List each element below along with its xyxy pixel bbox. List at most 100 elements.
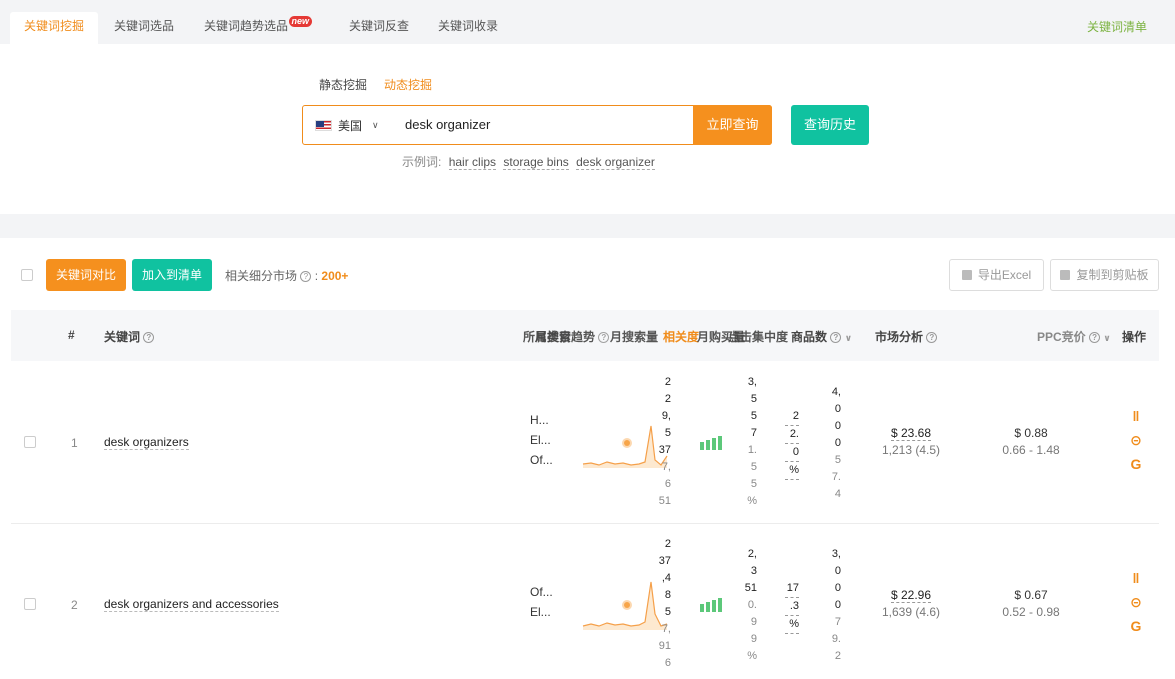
purchase-stack: 2, 3 51 0. 9 9 % [741,546,757,665]
header-search-volume[interactable]: 月搜索量 [610,328,658,345]
relevance-bar [712,600,716,612]
help-icon[interactable]: ? [300,271,312,283]
concentration-stack: 2 2. 0 % [785,408,799,480]
header-relevance[interactable]: 相关度 [663,328,699,345]
google-icon[interactable]: G [1128,618,1144,634]
products-digit: 2 [834,650,841,662]
concentration-digit: 17 [785,580,799,598]
more-icon[interactable]: ⊝ [1128,432,1144,448]
export-excel-button[interactable]: 导出Excel [949,259,1044,291]
search-input[interactable]: desk organizer [405,117,490,132]
concentration-digit: % [785,616,799,634]
more-icon[interactable]: ⊝ [1128,594,1144,610]
help-icon[interactable]: ? [598,332,610,344]
keyword-list-link[interactable]: 关键词清单 [1087,18,1147,35]
relevance-bars [700,598,722,612]
help-icon[interactable]: ? [926,332,938,344]
products-digit: 3, [831,548,841,560]
row-checkbox[interactable] [24,436,36,448]
concentration-stack: 17 .3 % [785,580,799,634]
chevron-down-icon: ∨ [1103,333,1111,343]
category-item[interactable]: El... [530,430,553,450]
purchase-digit: 3, [747,376,757,388]
tab-keyword-trend-product[interactable]: 关键词趋势选品 new [190,12,313,44]
category-item[interactable]: Of... [530,582,553,602]
help-icon[interactable]: ? [143,332,155,344]
export-label: 导出Excel [977,268,1032,282]
volume-digit: 2 [664,376,671,388]
relevance-bar [712,438,716,450]
chart-icon[interactable]: ‖ [1128,570,1144,586]
keyword-cell[interactable]: desk organizers and accessories [104,597,279,612]
row-checkbox[interactable] [24,598,36,610]
products-digit: 7. [831,471,841,483]
products-digit: 0 [834,437,841,449]
header-trend: 月搜索趋势 ? [535,328,610,345]
search-volume-stack: 2 37 ,4 8 5 7, 91 6 [649,536,671,672]
tab-label: 关键词趋势选品 [204,19,289,33]
products-digit: 9. [831,633,841,645]
purchase-digit: 1. [747,444,757,456]
help-icon[interactable]: ? [1089,332,1101,344]
concentration-digit: 2 [785,408,799,426]
relevance-bars [700,436,722,450]
example-keyword[interactable]: desk organizer [576,155,655,170]
relevance-bar [706,440,710,450]
relevance-bar [700,442,704,450]
header-products[interactable]: 商品数 ? ∨ [791,328,852,345]
tab-keyword-reverse[interactable]: 关键词反查 [335,12,423,44]
volume-digit: 51 [658,495,671,507]
category-item[interactable]: Of... [530,450,553,470]
products-digit: 0 [834,565,841,577]
add-to-list-button[interactable]: 加入到清单 [132,259,212,291]
chevron-down-icon: ∨ [372,120,379,130]
chart-icon[interactable]: ‖ [1128,408,1144,424]
volume-digit: 91 [658,640,671,652]
search-button[interactable]: 立即查询 [693,105,772,145]
compare-keywords-button[interactable]: 关键词对比 [46,259,126,291]
volume-digit: 37 [658,444,671,456]
keyword-cell[interactable]: desk organizers [104,435,189,450]
copy-label: 复制到剪贴板 [1076,268,1149,282]
mode-dynamic[interactable]: 动态挖掘 [384,76,432,93]
tab-keyword-mining[interactable]: 关键词挖掘 [10,12,99,44]
mode-static[interactable]: 静态挖掘 [319,76,367,93]
search-volume-stack: 2 2 9, 5 37 7, 6 51 [649,374,671,510]
example-keyword[interactable]: storage bins [503,155,569,170]
tab-keyword-product[interactable]: 关键词选品 [100,12,188,44]
volume-digit: 7, [661,623,671,635]
keyword-link[interactable]: desk organizers [104,435,189,450]
country-select[interactable]: 美国 ∨ [315,117,379,134]
volume-digit: 8 [664,589,671,601]
ppc-price: $ 0.67 [1014,588,1048,602]
history-button[interactable]: 查询历史 [791,105,869,145]
help-icon[interactable]: ? [830,332,842,344]
select-all-checkbox[interactable] [21,269,33,281]
volume-digit: 6 [664,478,671,490]
volume-digit: 5 [664,427,671,439]
copy-clipboard-button[interactable]: 复制到剪贴板 [1050,259,1159,291]
category-item[interactable]: El... [530,602,553,622]
top-tab-bar: 关键词挖掘 关键词选品 关键词趋势选品 new 关键词反查 关键词收录 关键词清… [0,0,1175,44]
google-icon[interactable]: G [1128,456,1144,472]
market-price[interactable]: $ 22.96 [890,588,932,603]
products-digit: 0 [834,599,841,611]
ppc-bid: $ 0.88 0.66 - 1.48 [991,425,1071,459]
header-keyword-label: 关键词 [104,330,141,344]
keyword-link[interactable]: desk organizers and accessories [104,597,279,612]
ppc-price: $ 0.88 [1014,426,1048,440]
tab-keyword-index[interactable]: 关键词收录 [424,12,512,44]
ppc-bid: $ 0.67 0.52 - 0.98 [991,587,1071,621]
purchase-digit: 3 [750,565,757,577]
purchase-stack: 3, 5 5 7 1. 5 5 % [741,374,757,510]
purchase-digit: 9 [750,616,757,628]
header-index: # [68,328,75,342]
header-keyword[interactable]: 关键词 ? [104,328,155,345]
relevance-bar [718,598,722,612]
products-digit: 4 [834,488,841,500]
header-ppc[interactable]: PPC竞价 ? ∨ [1037,328,1111,345]
market-price[interactable]: $ 23.68 [890,426,932,441]
category-item[interactable]: H... [530,410,553,430]
header-click-concentration[interactable]: 点击集中度 [728,328,788,345]
example-keyword[interactable]: hair clips [448,155,497,170]
